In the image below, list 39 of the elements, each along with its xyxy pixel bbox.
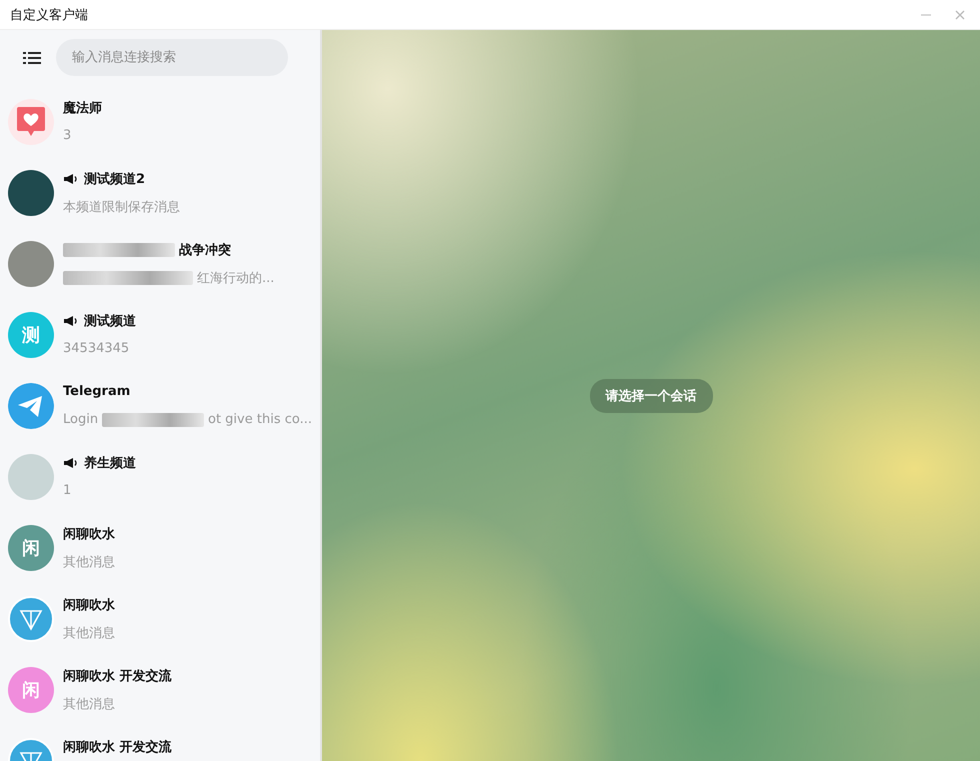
chat-item[interactable]: 魔法师 3 [0,86,320,157]
chat-preview: Login [63,412,98,427]
chat-title: 测试频道2 [84,170,146,188]
chat-preview: 红海行动的... [197,270,274,286]
chat-title: 养生频道 [84,454,136,472]
chat-preview: 其他消息 [63,554,115,570]
chat-item[interactable]: 闲聊吹水 开发交流 [0,725,320,761]
chat-title: 闲聊吹水 [63,526,115,542]
chat-title: Telegram [63,384,130,399]
search-field[interactable]: 输入消息连接搜索 [56,39,288,76]
chat-title: 闲聊吹水 [63,596,115,614]
chat-preview: ot give this co... [208,412,312,427]
empty-state-label: 请选择一个会话 [590,378,712,412]
chat-preview: 3 [63,128,72,143]
chat-item[interactable]: 闲聊吹水 其他消息 [0,583,320,654]
chat-item[interactable]: Telegram Login ot give this co... [0,370,320,441]
chat-item[interactable]: 测 测试频道 34534345 [0,299,320,370]
chat-title: 闲聊吹水 开发交流 [63,668,172,684]
chat-item[interactable]: 测试频道2 本频道限制保存消息 [0,157,320,228]
chat-preview: 本频道限制保存消息 [63,198,180,216]
chat-title: 闲聊吹水 开发交流 [63,738,172,756]
chat-preview: 34534345 [63,341,130,356]
chat-preview: 其他消息 [63,624,115,642]
chat-item[interactable]: 闲 闲聊吹水 其他消息 [0,512,320,583]
close-icon[interactable] [954,8,966,20]
chat-title: 测试频道 [84,312,136,330]
menu-icon[interactable] [23,52,41,64]
chat-preview: 其他消息 [63,696,115,712]
letter-avatar: 闲 [8,666,54,712]
chat-item[interactable]: 闲 闲聊吹水 开发交流 其他消息 [0,654,320,725]
chat-preview: 1 [63,483,72,498]
chat-title: 魔法师 [63,100,102,116]
window-title: 自定义客户端 [10,6,88,24]
letter-avatar: 测 [8,312,54,358]
chat-title: 战争冲突 [179,242,231,258]
heart-chat-avatar-icon [8,98,54,144]
chat-item[interactable]: 战争冲突 红海行动的... [0,228,320,299]
chat-item[interactable]: 养生频道 1 [0,441,320,512]
letter-avatar: 闲 [8,524,54,570]
